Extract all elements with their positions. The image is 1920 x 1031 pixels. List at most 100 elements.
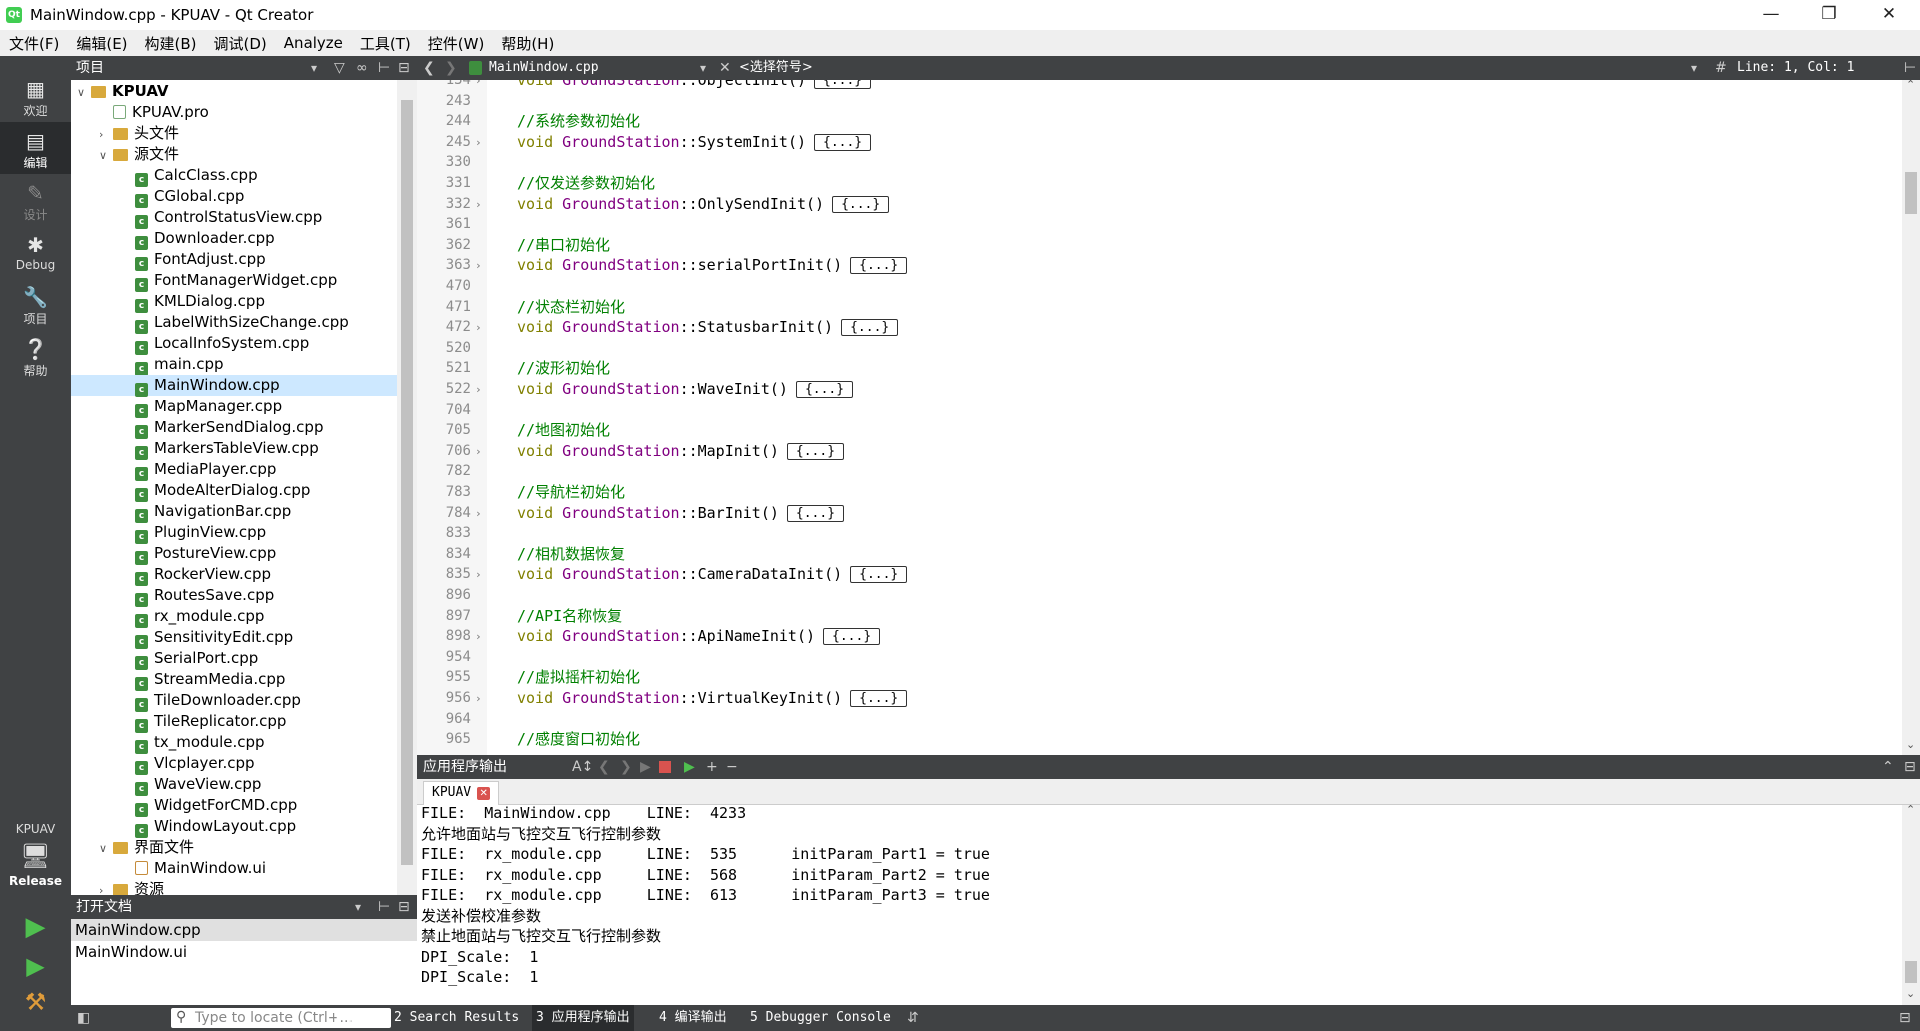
tree-form-file[interactable]: MainWindow.ui (121, 858, 266, 879)
mode-projects[interactable]: 🔧 项目 (0, 278, 71, 330)
mode-welcome[interactable]: ▦ 欢迎 (0, 70, 71, 122)
maximize-pane-icon[interactable]: ⌃ (1882, 755, 1894, 779)
scroll-up-icon[interactable]: ⌃ (1906, 78, 1915, 91)
filter-icon[interactable]: ▽ (334, 56, 345, 80)
fold-marker-icon[interactable]: › (475, 692, 482, 705)
tab-compile-output[interactable]: 4 编译输出 (659, 1005, 727, 1031)
tree-source-file[interactable]: c MapManager.cpp (121, 396, 282, 418)
fold-marker-icon[interactable]: › (475, 445, 482, 458)
close-document-icon[interactable]: ✕ (719, 56, 731, 80)
mode-debug[interactable]: ✱ Debug (0, 226, 71, 278)
zoom-out-icon[interactable]: − (726, 755, 738, 779)
tree-source-file[interactable]: c Downloader.cpp (121, 228, 275, 250)
tree-source-file[interactable]: c WidgetForCMD.cpp (121, 795, 297, 817)
font-size-icon[interactable]: A↕ (572, 755, 593, 779)
menu-item[interactable]: 构建(B) (136, 33, 205, 54)
symbol-selector[interactable]: <选择符号> (739, 56, 813, 80)
fold-marker-icon[interactable]: › (475, 198, 482, 211)
tree-source-file[interactable]: c PostureView.cpp (121, 543, 276, 565)
editor-scrollbar[interactable]: ⌃ ⌄ (1902, 78, 1920, 755)
application-output[interactable]: FILE: MainWindow.cpp LINE: 4233 允许地面站与飞控交… (417, 805, 1902, 1005)
open-document-item[interactable]: MainWindow.cpp (71, 919, 417, 941)
cursor-position[interactable]: Line: 1, Col: 1 (1737, 56, 1854, 80)
tree-headers-folder[interactable]: › 头文件 (99, 123, 179, 144)
tree-source-file[interactable]: c PluginView.cpp (121, 522, 266, 544)
fold-marker-icon[interactable]: › (475, 136, 482, 149)
stop-icon[interactable] (659, 761, 671, 773)
tree-source-file[interactable]: c CalcClass.cpp (121, 165, 258, 187)
tree-source-file[interactable]: c FontAdjust.cpp (121, 249, 266, 271)
close-tab-icon[interactable]: ✕ (477, 787, 491, 800)
scroll-up-icon[interactable]: ⌃ (1906, 803, 1915, 816)
tree-source-file[interactable]: c KMLDialog.cpp (121, 291, 265, 313)
run-button[interactable]: ▶ (0, 912, 71, 942)
file-dropdown-icon[interactable]: ▾ (700, 56, 706, 80)
close-panel-icon[interactable]: ⊟ (398, 56, 410, 80)
current-file-name[interactable]: MainWindow.cpp (489, 56, 599, 80)
tree-source-file[interactable]: c tx_module.cpp (121, 732, 265, 754)
close-pane-icon[interactable]: ⊟ (1904, 755, 1916, 779)
tree-source-file[interactable]: c LocalInfoSystem.cpp (121, 333, 309, 355)
tree-source-file[interactable]: c TileDownloader.cpp (121, 690, 301, 712)
tree-source-file[interactable]: c MarkersTableView.cpp (121, 438, 319, 460)
fold-marker-icon[interactable]: › (475, 630, 482, 643)
view-dropdown-icon[interactable]: ▾ (311, 56, 317, 80)
split-icon[interactable]: ⊢ (378, 895, 390, 919)
minimize-button[interactable]: — (1742, 0, 1800, 30)
tree-project-root[interactable]: ∨ KPUAV (77, 81, 169, 102)
collapse-chevron-icon[interactable]: › (99, 880, 113, 895)
restore-button[interactable]: ❐ (1800, 0, 1858, 30)
tree-source-file[interactable]: c main.cpp (121, 354, 224, 376)
tree-source-file[interactable]: c SensitivityEdit.cpp (121, 627, 293, 649)
tree-source-file[interactable]: c WaveView.cpp (121, 774, 261, 796)
tree-source-file[interactable]: c Vlcplayer.cpp (121, 753, 255, 775)
tab-debugger-console[interactable]: 5 Debugger Console (750, 1005, 891, 1031)
scroll-down-icon[interactable]: ⌄ (1906, 738, 1915, 751)
mode-edit[interactable]: ▤ 编辑 (0, 122, 71, 174)
menu-item[interactable]: 调试(D) (205, 33, 275, 54)
kit-selector-monitor-icon[interactable]: 🖥 (0, 842, 71, 870)
folded-block-button[interactable]: {...} (850, 566, 908, 583)
link-icon[interactable]: ∞ (356, 56, 368, 80)
scroll-down-icon[interactable]: ⌄ (1906, 987, 1915, 1000)
tree-source-file[interactable]: c StreamMedia.cpp (121, 669, 285, 691)
tree-source-file[interactable]: c MarkerSendDialog.cpp (121, 417, 323, 439)
dropdown-icon[interactable]: ▾ (355, 895, 361, 919)
tree-source-file[interactable]: c NavigationBar.cpp (121, 501, 291, 523)
tree-resources-folder[interactable]: › 资源 (99, 879, 164, 895)
tree-source-file[interactable]: c ModeAlterDialog.cpp (121, 480, 310, 502)
build-hammer-button[interactable]: ⚒ (0, 988, 71, 1016)
tree-source-file[interactable]: c TileReplicator.cpp (121, 711, 286, 733)
menu-item[interactable]: 文件(F) (0, 33, 67, 54)
tree-source-file[interactable]: c MediaPlayer.cpp (121, 459, 276, 481)
folded-block-button[interactable]: {...} (850, 257, 908, 274)
resize-grip-icon[interactable]: ⊟ (1899, 1005, 1911, 1031)
fold-marker-icon[interactable]: › (475, 568, 482, 581)
folded-block-button[interactable]: {...} (795, 381, 854, 398)
tab-issues[interactable]: 1 问题 (333, 1005, 375, 1031)
tree-source-file[interactable]: c CGlobal.cpp (121, 186, 244, 208)
project-tree-scrollbar[interactable] (397, 80, 417, 895)
mode-design[interactable]: ✎ 设计 (0, 174, 71, 226)
fold-marker-icon[interactable]: › (475, 507, 482, 520)
mode-help[interactable]: ❔ 帮助 (0, 330, 71, 382)
output-scrollbar[interactable]: ⌃ ⌄ (1902, 803, 1920, 1005)
fold-marker-icon[interactable]: › (475, 259, 482, 272)
tree-source-file[interactable]: c ControlStatusView.cpp (121, 207, 322, 229)
menu-item[interactable]: 控件(W) (419, 33, 493, 54)
menu-item[interactable]: 工具(T) (351, 33, 419, 54)
symbol-dropdown-icon[interactable]: ▾ (1691, 56, 1697, 80)
next-item-icon[interactable]: ❯ (620, 755, 632, 779)
code-editor[interactable]: 134 › 243 244 245 › 330 331 332 › 361 362 363 › 470 471… (417, 80, 1902, 755)
zoom-in-icon[interactable]: + (706, 755, 718, 779)
rerun-icon[interactable]: ▶ (640, 755, 651, 779)
tree-source-file[interactable]: c RoutesSave.cpp (121, 585, 274, 607)
menu-item[interactable]: 编辑(E) (67, 33, 135, 54)
tree-source-file[interactable]: c SerialPort.cpp (121, 648, 258, 670)
folded-block-button[interactable]: {...} (832, 196, 890, 213)
folded-block-button[interactable]: {...} (814, 80, 872, 89)
split-icon[interactable]: ⊢ (378, 56, 390, 80)
folded-block-button[interactable]: {...} (823, 628, 881, 645)
menu-item[interactable]: 帮助(H) (492, 33, 562, 54)
tree-source-file[interactable]: c FontManagerWidget.cpp (121, 270, 337, 292)
